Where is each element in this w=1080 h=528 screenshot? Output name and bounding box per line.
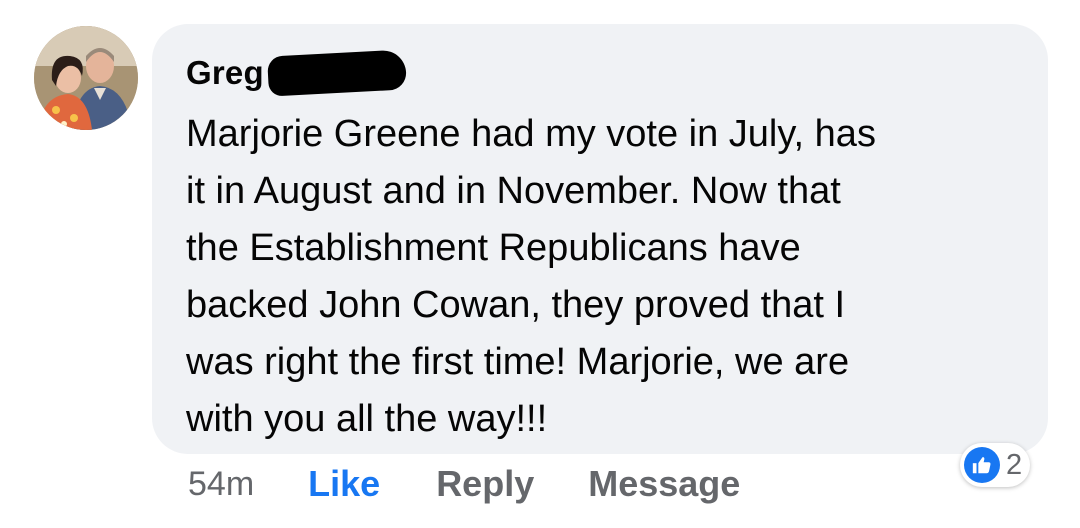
comment-actions: 54m Like Reply Message: [188, 458, 740, 510]
comment-text: Marjorie Greene had my vote in July, has…: [186, 113, 876, 440]
comment-author-row: Greg: [186, 49, 407, 97]
avatar[interactable]: [34, 26, 138, 130]
reaction-summary[interactable]: 2: [960, 443, 1031, 487]
redaction-mark: [266, 49, 407, 97]
message-button[interactable]: Message: [588, 463, 740, 505]
like-button[interactable]: Like: [308, 463, 380, 505]
reaction-count: 2: [1006, 448, 1023, 481]
thumbs-up-icon: [964, 447, 1000, 483]
reply-button[interactable]: Reply: [436, 463, 534, 505]
comment-timestamp[interactable]: 54m: [188, 465, 254, 504]
profile-photo: [34, 26, 138, 130]
author-name[interactable]: Greg: [186, 54, 264, 92]
comment-bubble: Greg Marjorie Greene had my vote in July…: [152, 24, 1048, 454]
